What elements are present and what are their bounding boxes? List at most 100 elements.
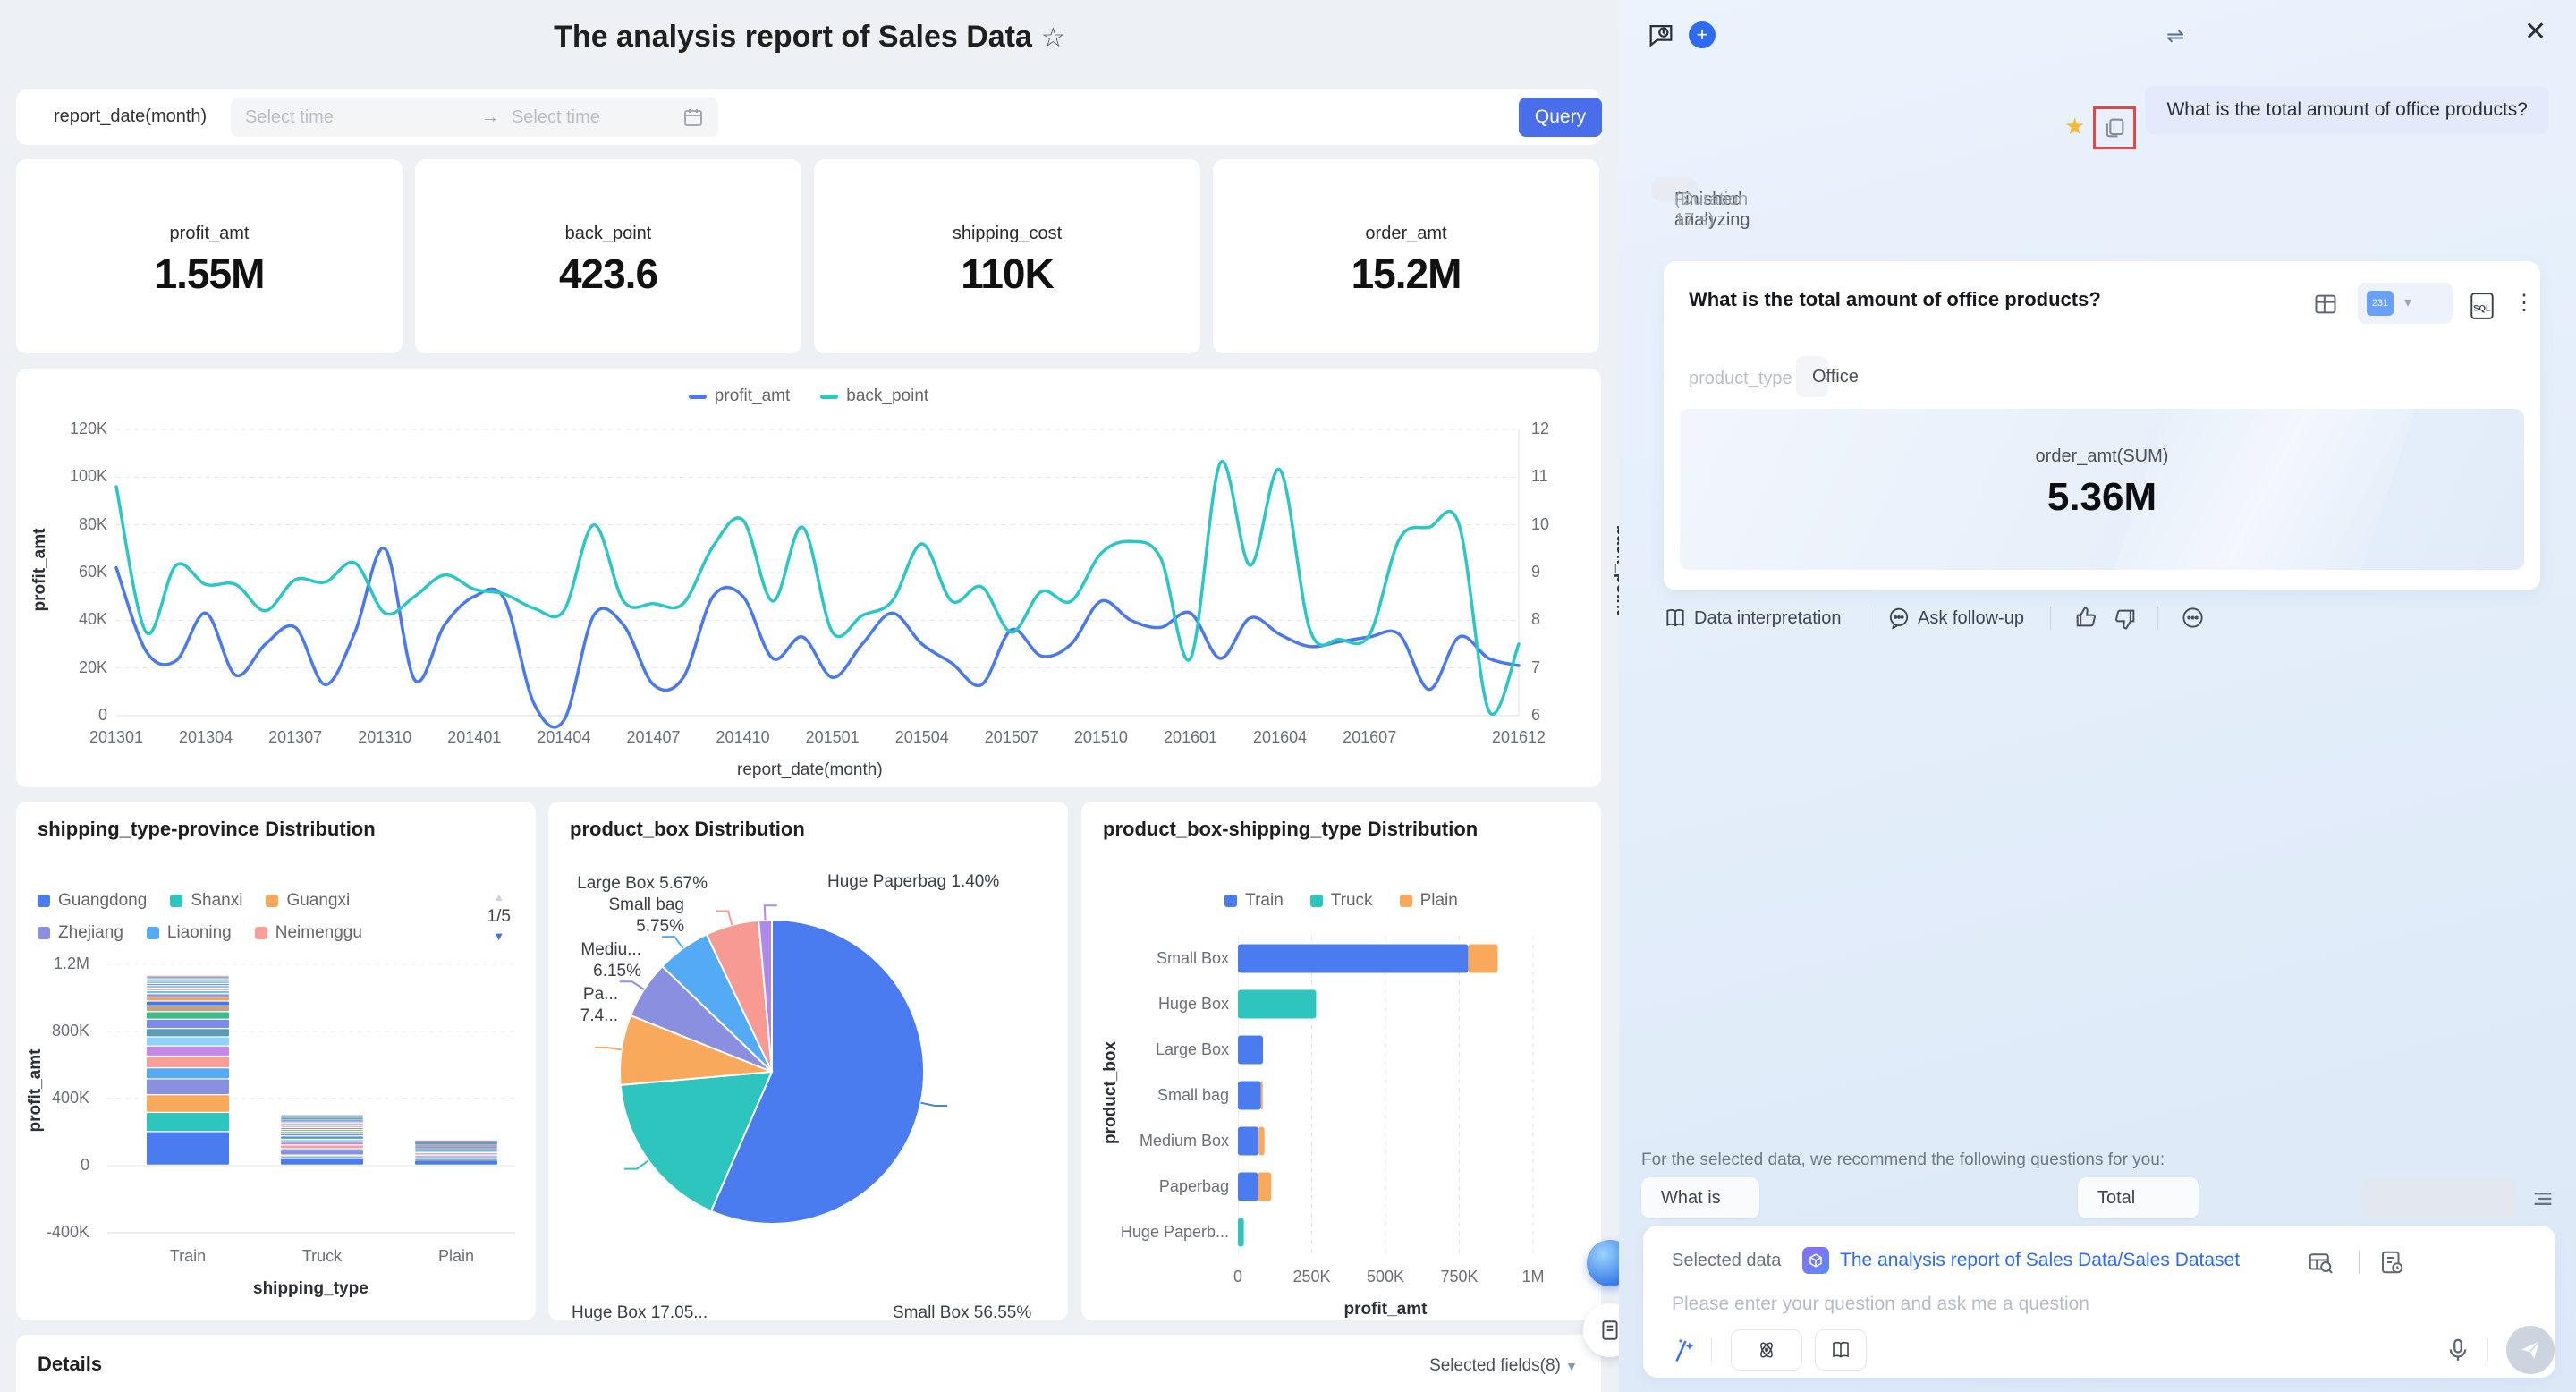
y2-axis-tick: 11 (1531, 467, 1548, 486)
x-axis-tick: 201612 (1491, 728, 1546, 746)
x-cat-label: Train (169, 1247, 207, 1265)
pie-leader-line (624, 1159, 649, 1170)
hbar-segment-train (1238, 1081, 1261, 1110)
stack-segment (415, 1150, 497, 1151)
view-caret-icon[interactable]: ▾ (2404, 293, 2411, 311)
stack-segment (147, 975, 229, 977)
caret-down-icon: ▼ (1565, 1359, 1578, 1373)
kpi-view-icon[interactable]: 231 (2367, 291, 2394, 316)
divider (2487, 1338, 2488, 1362)
metric-label: order_amt(SUM) (2035, 446, 2169, 466)
pie-label-line: Huge Box 17.05... (572, 1303, 708, 1322)
kpi-value: 423.6 (558, 250, 658, 297)
kpi-card-back_point: back_point 423.6 (415, 159, 801, 353)
x-cat-label: Plain (437, 1247, 475, 1265)
copy-highlight-box[interactable] (2093, 106, 2136, 149)
pie-label-line: 5.75% (636, 917, 684, 936)
ask-follow-up-button[interactable]: Ask follow-up (1918, 608, 2024, 629)
stack-segment (281, 1121, 363, 1122)
dataset-link[interactable]: The analysis report of Sales Data/Sales … (1840, 1250, 2240, 1271)
hbar-segment-train (1238, 944, 1469, 973)
stack-segment (281, 1155, 363, 1157)
trend-chart: 0 20K 40K 60K 80K 100K 120K 6 7 8 9 10 11 12 201301 201… (16, 369, 1631, 787)
stack-segment (147, 1046, 229, 1056)
model-selector-button[interactable]: ▾ (1731, 1329, 1802, 1371)
stack-segment (147, 1095, 229, 1112)
message-star-icon[interactable]: ★ (2064, 113, 2085, 140)
y-axis-title: product_box (1101, 1040, 1120, 1144)
y-cat-label: Paperbag (1158, 1176, 1229, 1195)
pie-label-paperbag: Pa... 7.4... (580, 984, 618, 1027)
x-axis-tick: 201404 (537, 728, 591, 746)
start-date-placeholder[interactable]: Select time (245, 107, 334, 128)
details-card: Details Selected fields(8) ▼ (16, 1335, 1601, 1392)
stack-segment (147, 976, 229, 978)
y-axis-tick: 80K (78, 514, 107, 533)
calendar-icon[interactable] (682, 106, 704, 128)
stack-segment (281, 1123, 363, 1125)
swap-icon[interactable]: ⇌ (2166, 23, 2184, 49)
stack-segment (147, 1037, 229, 1046)
data-interpretation-button[interactable]: Data interpretation (1694, 608, 1842, 629)
analysis-status-pill[interactable]: Finished analyzing (Duration 17 s) › (1651, 177, 1750, 230)
recommend-chip-skeleton[interactable] (2362, 1177, 2516, 1218)
y-axis-tick: 100K (69, 467, 107, 486)
hbar-chart: 0 250K 500K 750K 1M Small Box Huge Box Large Bo… (1081, 802, 1601, 1320)
send-button[interactable] (2506, 1326, 2555, 1374)
chat-input-placeholder[interactable]: Please enter your question and ask me a … (1672, 1294, 2089, 1315)
close-icon[interactable]: ✕ (2524, 16, 2546, 47)
chart-view-selector: 231 ▾ (2358, 283, 2453, 324)
stack-segment (281, 1117, 363, 1118)
y-axis-tick: 1.2M (53, 955, 89, 972)
hbar-segment-plain (1468, 944, 1498, 973)
kpi-label: profit_amt (169, 224, 250, 243)
kpi-value: 1.55M (154, 250, 266, 297)
recommend-chip[interactable]: Total order_amt in Zhejiang (2078, 1177, 2199, 1331)
hbar-segment-plain (1258, 1172, 1272, 1201)
recommend-chip[interactable]: What is the total amount of office produ… (1641, 1177, 1759, 1372)
x-axis-tick: 201401 (447, 728, 502, 746)
y-axis-tick: -400K (46, 1223, 89, 1241)
metric-panel: order_amt(SUM) 5.36M (1680, 409, 2524, 570)
query-button[interactable]: Query (1519, 98, 1602, 137)
kpi-value: 110K (961, 250, 1054, 297)
stack-segment (415, 1147, 497, 1148)
end-date-placeholder[interactable]: Select time (512, 107, 600, 128)
hbar-segment-train (1238, 1172, 1258, 1201)
stack-segment (147, 978, 229, 980)
filter-bar: report_date(month) Select time → Select … (16, 89, 1602, 145)
x-axis-tick: 0 (1233, 1268, 1242, 1286)
metric-value: 5.36M (2046, 475, 2157, 519)
pie-label-medium-box: Mediu... 6.15% (580, 939, 641, 982)
pie-leader-line (595, 1047, 622, 1051)
stack-segment (415, 1159, 497, 1160)
selected-fields-dropdown[interactable]: Selected fields(8) ▼ (1429, 1356, 1578, 1376)
x-axis-tick: 201507 (984, 728, 1038, 746)
x-axis-tick: 201607 (1343, 728, 1397, 746)
pie-leader-line (763, 904, 777, 921)
more-menu-icon[interactable]: ⋮ (2513, 290, 2535, 316)
x-axis-title: report_date(month) (737, 760, 883, 779)
date-range-picker[interactable]: Select time → Select time (231, 98, 718, 137)
kpi-card-shipping_cost: shipping_cost 110K (814, 159, 1200, 353)
stack-segment (415, 1154, 497, 1156)
pie-label-line: Huge Paperbag 1.40% (827, 872, 1000, 891)
pie-label-line: Large Box 5.67% (577, 874, 708, 893)
stack-segment (415, 1159, 497, 1161)
stack-segment (147, 991, 229, 994)
stack-segment (281, 1133, 363, 1136)
stack-segment (415, 1145, 497, 1147)
stack-segment (281, 1115, 363, 1116)
y-cat-label: Huge Paperb... (1120, 1222, 1229, 1241)
stack-segment (415, 1146, 497, 1148)
range-arrow-icon: → (480, 106, 499, 127)
x-axis-tick: 201510 (1073, 728, 1128, 746)
stack-segment (415, 1147, 497, 1149)
answer-filter-value-dropdown[interactable]: Office ⌄ (1796, 356, 1859, 397)
new-chat-button[interactable]: + (1689, 21, 1716, 48)
favorite-star-icon[interactable]: ☆ (1041, 23, 1065, 53)
hbar-segment-plain (1258, 1126, 1265, 1156)
dataset-icon (1802, 1247, 1829, 1274)
divider (2359, 1251, 2360, 1274)
knowledge-button[interactable] (1815, 1329, 1867, 1371)
